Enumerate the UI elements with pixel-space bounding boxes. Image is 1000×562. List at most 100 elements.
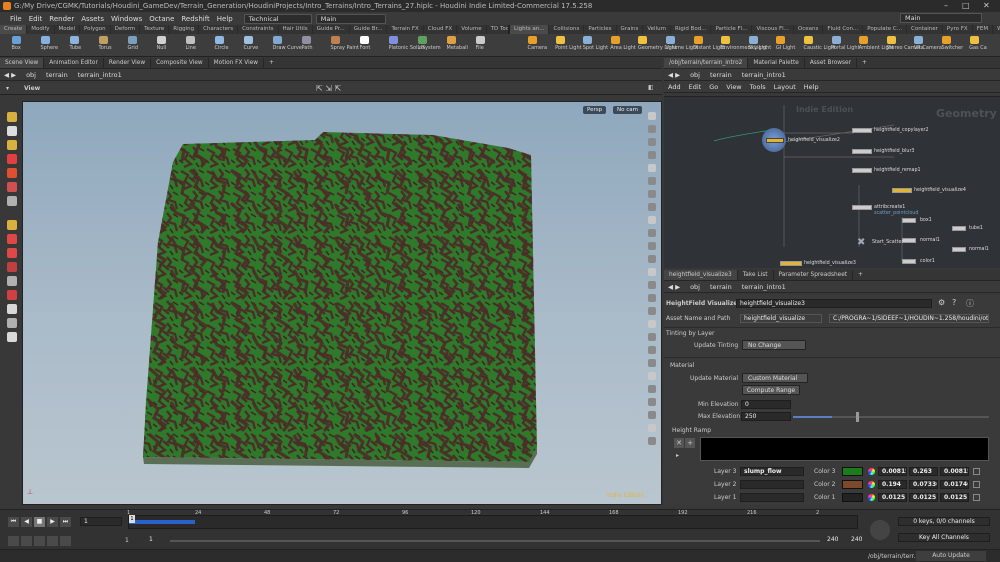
shelf-tab[interactable]: Cloud FX	[424, 25, 458, 34]
display-option-icon[interactable]	[648, 112, 656, 120]
network-menu-item[interactable]: View	[726, 83, 741, 91]
menu-help[interactable]: Help	[217, 15, 233, 23]
node-copylayer2[interactable]	[852, 128, 872, 133]
color-r-field[interactable]: 0.0125	[878, 493, 907, 502]
color-g-field[interactable]: 0.07336	[909, 480, 938, 489]
shelf-tool-metaball[interactable]: Metaball	[447, 36, 468, 51]
shelf-tool-l-system[interactable]: L-System	[418, 36, 441, 51]
shelf-tab[interactable]: Hair Utils	[279, 25, 313, 34]
current-frame-field[interactable]: 1	[80, 517, 122, 526]
display-option-icon[interactable]	[648, 203, 656, 211]
param-path-obj[interactable]: obj	[690, 283, 700, 291]
shelf-tool-curve[interactable]: Curve	[244, 36, 258, 51]
shelf-tool-platonic-solids[interactable]: Platonic Solids	[389, 36, 425, 51]
pane-tab[interactable]: Composite View	[151, 58, 209, 68]
pane-tab[interactable]: Motion FX View	[209, 58, 265, 68]
ramp-remove-icon[interactable]: ✕	[674, 438, 684, 448]
display-option-icon[interactable]	[648, 372, 656, 380]
menu-render[interactable]: Render	[49, 15, 74, 23]
shelf-tab[interactable]: Polygon	[80, 25, 111, 34]
pane-tab[interactable]: Parameter Spreadsheet	[774, 270, 854, 280]
update-material-dropdown[interactable]: Custom Material	[742, 373, 808, 383]
add-tab-icon[interactable]: +	[853, 270, 868, 280]
display-option-icon[interactable]	[648, 229, 656, 237]
min-elevation-field[interactable]: 0	[741, 400, 791, 409]
shelf-tab[interactable]: Deform	[111, 25, 141, 34]
play-reverse-icon[interactable]: ◀	[21, 517, 32, 527]
shelf-tab[interactable]: Grains	[617, 25, 644, 34]
display-option-icon[interactable]	[648, 242, 656, 250]
shelf-tool-sky-light[interactable]: Sky Light	[748, 36, 771, 51]
display-option-icon[interactable]	[648, 177, 656, 185]
range-slider[interactable]	[170, 540, 820, 542]
network-editor[interactable]: Indie Edition Geometry heightfield_visua…	[664, 96, 1000, 268]
slider-handle[interactable]	[856, 412, 860, 422]
shelf-tool-file[interactable]: File	[476, 36, 485, 51]
menu-octane[interactable]: Octane	[149, 15, 174, 23]
shelf-tool-stereo-camera[interactable]: Stereo Camera	[886, 36, 924, 51]
key-all-channels-dropdown[interactable]: Key All Channels	[898, 533, 990, 542]
shelf-tool-sphere[interactable]: Sphere	[41, 36, 58, 51]
key-wheel-icon[interactable]	[870, 520, 890, 540]
fast-forward-icon[interactable]: ⏭	[60, 517, 71, 527]
add-tab-icon[interactable]: +	[264, 58, 279, 68]
net-path-terrain-intro[interactable]: terrain_intro1	[742, 71, 786, 79]
viewport-tool-icon[interactable]	[7, 154, 17, 164]
layer-name-field[interactable]: slump_flow	[740, 467, 804, 476]
timeline-bar[interactable]: 1	[128, 515, 858, 529]
display-option-icon[interactable]	[648, 424, 656, 432]
color-wheel-icon[interactable]	[868, 494, 875, 501]
select-arrows-icon[interactable]: ⇱ ⇲ ⇱	[316, 84, 341, 93]
shelf-tool-portal-light[interactable]: Portal Light	[831, 36, 860, 51]
node-remap1[interactable]	[852, 168, 872, 173]
shelf-tab[interactable]: Fluid Con...	[823, 25, 864, 34]
display-option-icon[interactable]	[648, 125, 656, 133]
viewport-tool-icon[interactable]	[7, 140, 17, 150]
desktop-dropdown[interactable]: Technical	[243, 13, 312, 24]
display-option-icon[interactable]	[648, 190, 656, 198]
network-menu-item[interactable]: Tools	[750, 83, 766, 91]
display-option-icon[interactable]	[648, 398, 656, 406]
realtime-icon[interactable]	[8, 536, 19, 546]
shelf-tab[interactable]: Pyro FX	[943, 25, 973, 34]
display-option-icon[interactable]	[648, 359, 656, 367]
viewport-tool-icon[interactable]	[7, 248, 17, 258]
pane-tab[interactable]: heightfield_visualize3	[664, 270, 738, 280]
viewport-tool-icon[interactable]	[7, 168, 17, 178]
layer-name-field[interactable]	[740, 493, 804, 502]
viewport-tool-icon[interactable]	[7, 332, 17, 342]
node-normal2[interactable]	[952, 247, 966, 252]
pane-tab[interactable]: Take List	[738, 270, 774, 280]
display-option-icon[interactable]	[648, 320, 656, 328]
shelf-tool-gi-light[interactable]: GI Light	[776, 36, 795, 51]
auto-update-dropdown[interactable]: Auto Update	[916, 551, 986, 561]
param-nav-icon[interactable]: ◀ ▶	[668, 283, 680, 291]
shelf-tool-gas-ca[interactable]: Gas Ca	[969, 36, 987, 51]
view-menu-icon[interactable]: ▾	[6, 85, 9, 92]
viewport-tool-icon[interactable]	[7, 126, 17, 136]
shelf-tool-ambient-light[interactable]: Ambient Light	[859, 36, 894, 51]
layer-name-field[interactable]	[740, 480, 804, 489]
pane-tab[interactable]: Material Palette	[748, 58, 805, 68]
shelf-tool-environment-light[interactable]: Environment Light	[721, 36, 767, 51]
param-path-terrain[interactable]: terrain	[710, 283, 732, 291]
channel-icon[interactable]	[973, 481, 980, 488]
node-color1[interactable]	[902, 259, 916, 264]
range-start-field[interactable]: 1	[146, 536, 166, 545]
shelf-tool-font[interactable]: Font	[360, 36, 370, 51]
help-icon[interactable]: ?	[952, 298, 956, 307]
shelf-tab[interactable]: Guide Pr...	[313, 25, 350, 34]
display-option-icon[interactable]	[648, 138, 656, 146]
viewport-tool-icon[interactable]	[7, 196, 17, 206]
shelf-tool-torus[interactable]: Torus	[99, 36, 112, 51]
network-menu-item[interactable]: Help	[804, 83, 819, 91]
ramp-expand-icon[interactable]: ▸	[676, 452, 679, 459]
shelf-tab[interactable]: FEM	[973, 25, 994, 34]
gear-icon[interactable]: ⚙	[938, 298, 945, 307]
param-path-terrain-intro[interactable]: terrain_intro1	[742, 283, 786, 291]
camera-dropdown[interactable]: No cam	[613, 106, 642, 114]
node-normal1[interactable]	[902, 238, 916, 243]
shelf-tab[interactable]: Oceans	[794, 25, 824, 34]
shelf-tool-spray-paint[interactable]: Spray Paint	[331, 36, 359, 51]
menu-file[interactable]: File	[10, 15, 22, 23]
